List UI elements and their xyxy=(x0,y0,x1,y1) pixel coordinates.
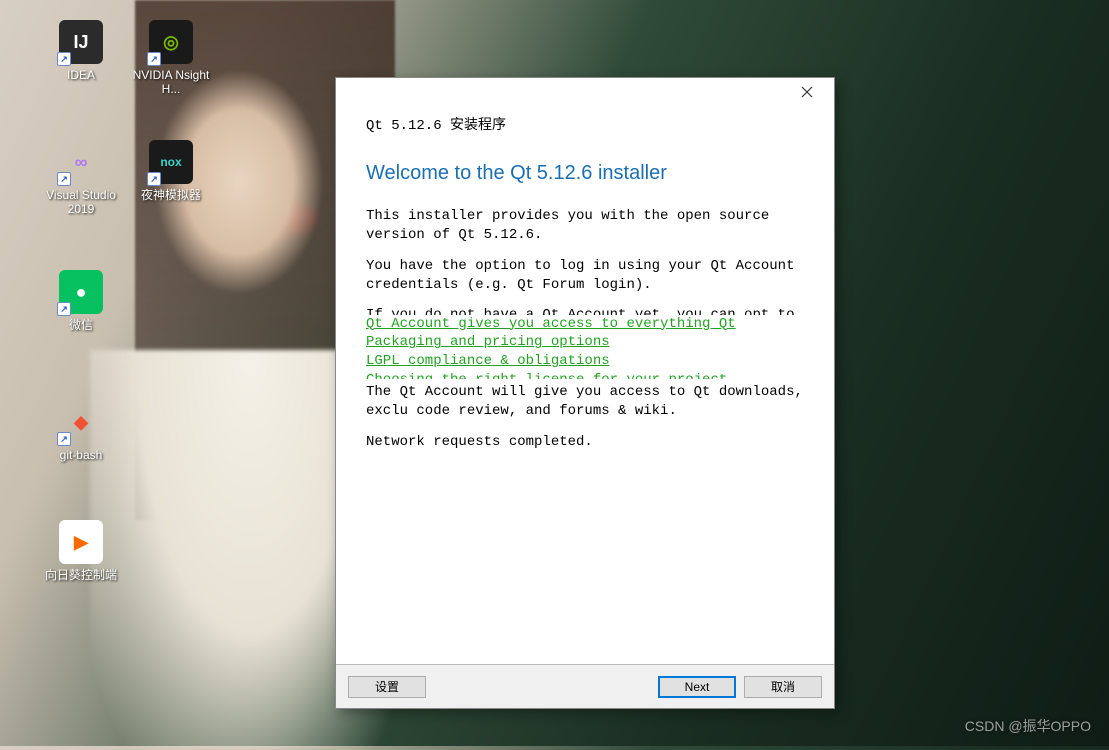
idea-label: IDEA xyxy=(67,68,95,82)
nsight-label: NVIDIA Nsight H... xyxy=(131,68,211,97)
desktop-icon-gitbash[interactable]: ◆↗ git-bash xyxy=(40,400,122,462)
shortcut-overlay-icon: ↗ xyxy=(57,432,71,446)
desktop-icon-vs[interactable]: ∞↗ Visual Studio 2019 xyxy=(40,140,122,217)
gitbash-label: git-bash xyxy=(60,448,103,462)
shortcut-overlay-icon: ↗ xyxy=(57,52,71,66)
sun-icon: ▶ xyxy=(59,520,103,564)
desktop-icon-nsight[interactable]: ◎↗ NVIDIA Nsight H... xyxy=(130,20,212,97)
shortcut-overlay-icon: ↗ xyxy=(57,302,71,316)
next-button[interactable]: Next xyxy=(658,676,736,698)
wechat-label: 微信 xyxy=(69,318,93,332)
shortcut-overlay-icon: ↗ xyxy=(57,172,71,186)
installer-titlebar xyxy=(336,78,834,106)
intro-paragraph-1: This installer provides you with the ope… xyxy=(366,207,804,245)
link-lgpl-compliance[interactable]: LGPL compliance & obligations xyxy=(366,352,804,371)
nox-icon: nox↗ xyxy=(149,140,193,184)
nox-label: 夜神模拟器 xyxy=(141,188,201,202)
watermark: CSDN @振华OPPO xyxy=(965,716,1091,736)
desktop-icon-sun[interactable]: ▶ 向日葵控制端 xyxy=(40,520,122,582)
idea-icon: IJ↗ xyxy=(59,20,103,64)
desktop-icon-wechat[interactable]: ●↗ 微信 xyxy=(40,270,122,332)
link-qt-account[interactable]: Qt Account gives you access to everythin… xyxy=(366,315,804,334)
network-status: Network requests completed. xyxy=(366,433,804,452)
nsight-icon: ◎↗ xyxy=(149,20,193,64)
welcome-heading: Welcome to the Qt 5.12.6 installer xyxy=(366,162,804,185)
sun-label: 向日葵控制端 xyxy=(45,568,117,582)
intro-paragraph-2: You have the option to log in using your… xyxy=(366,257,804,295)
desktop-icon-nox[interactable]: nox↗ 夜神模拟器 xyxy=(130,140,212,202)
shortcut-overlay-icon: ↗ xyxy=(147,172,161,186)
close-icon[interactable] xyxy=(786,80,828,104)
qt-installer-window: Qt 5.12.6 安装程序 Welcome to the Qt 5.12.6 … xyxy=(335,77,835,709)
vs-icon: ∞↗ xyxy=(59,140,103,184)
intro-paragraph-3-clipped: If you do not have a Qt Account yet, you… xyxy=(366,307,804,315)
wechat-icon: ●↗ xyxy=(59,270,103,314)
gitbash-icon: ◆↗ xyxy=(59,400,103,444)
link-choosing-license-clipped[interactable]: Choosing the right license for your proj… xyxy=(366,371,804,379)
settings-button[interactable]: 设置 xyxy=(348,676,426,698)
installer-footer: 设置 Next 取消 xyxy=(336,664,834,708)
installer-title: Qt 5.12.6 安装程序 xyxy=(366,114,804,134)
installer-body: Qt 5.12.6 安装程序 Welcome to the Qt 5.12.6 … xyxy=(336,106,834,664)
shortcut-overlay-icon: ↗ xyxy=(147,52,161,66)
link-packaging-pricing[interactable]: Packaging and pricing options xyxy=(366,333,804,352)
intro-paragraph-4: The Qt Account will give you access to Q… xyxy=(366,383,804,421)
desktop-icon-idea[interactable]: IJ↗ IDEA xyxy=(40,20,122,82)
cancel-button[interactable]: 取消 xyxy=(744,676,822,698)
vs-label: Visual Studio 2019 xyxy=(41,188,121,217)
